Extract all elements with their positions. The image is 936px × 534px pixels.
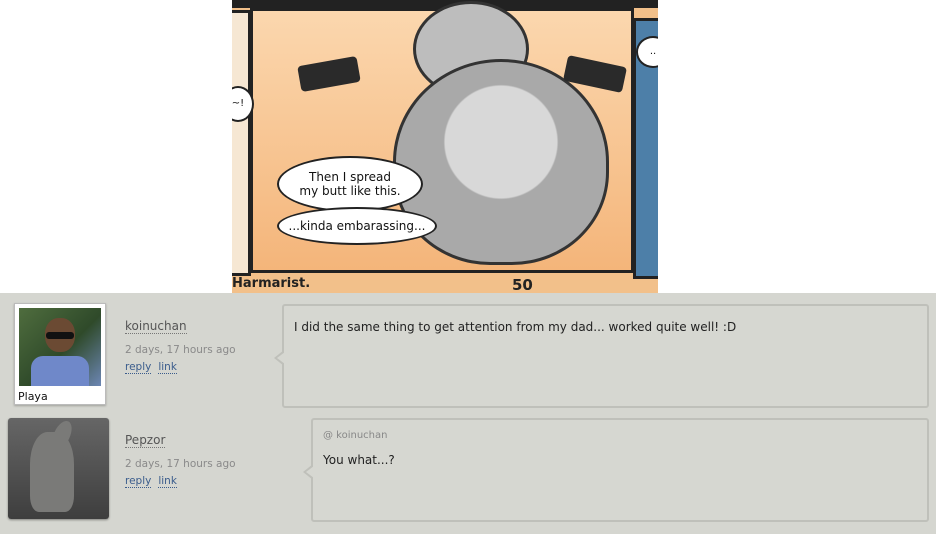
username-link[interactable]: Pepzor (125, 433, 166, 448)
avatar[interactable]: Playa (14, 303, 106, 405)
comment-item: Pepzor 2 days, 17 hours ago reply link @ … (0, 413, 936, 534)
comic-main-panel: Then I spread my butt like this. ...kind… (250, 1, 634, 273)
comment-text: I did the same thing to get attention fr… (294, 320, 737, 334)
comic-left-panel (232, 10, 251, 276)
speech-bubble-2: ...kinda embarassing... (277, 207, 437, 245)
reply-link[interactable]: reply (125, 361, 152, 374)
comic-credit: Harmarist. (232, 276, 311, 291)
avatar[interactable] (8, 418, 109, 519)
sunglasses-icon (46, 332, 74, 339)
comment-meta: Pepzor 2 days, 17 hours ago reply link (125, 429, 236, 488)
comic-image: Then I spread my butt like this. ...kind… (232, 0, 658, 293)
comment-timestamp: 2 days, 17 hours ago (125, 344, 236, 356)
left-arrow-icon (297, 55, 361, 93)
comment-timestamp: 2 days, 17 hours ago (125, 458, 236, 470)
speech-bubble-1: Then I spread my butt like this. (277, 156, 423, 212)
permalink[interactable]: link (158, 361, 177, 374)
comments-section: Playa koinuchan 2 days, 17 hours ago rep… (0, 293, 936, 534)
avatar-caption: Playa (18, 390, 48, 403)
reply-link[interactable]: reply (125, 475, 152, 488)
comment-actions: reply link (125, 361, 236, 374)
comment-actions: reply link (125, 475, 236, 488)
comic-page-number: 50 (512, 276, 533, 293)
comment-item: Playa koinuchan 2 days, 17 hours ago rep… (0, 293, 936, 413)
username-link[interactable]: koinuchan (125, 319, 187, 334)
avatar-image (19, 308, 101, 386)
comment-body: I did the same thing to get attention fr… (274, 304, 929, 408)
comment-body: @ koinuchan You what...? (303, 418, 929, 522)
comment-text: You what...? (323, 453, 395, 467)
reply-to-mention[interactable]: @ koinuchan (323, 430, 917, 441)
permalink[interactable]: link (158, 475, 177, 488)
comment-meta: koinuchan 2 days, 17 hours ago reply link (125, 315, 236, 374)
